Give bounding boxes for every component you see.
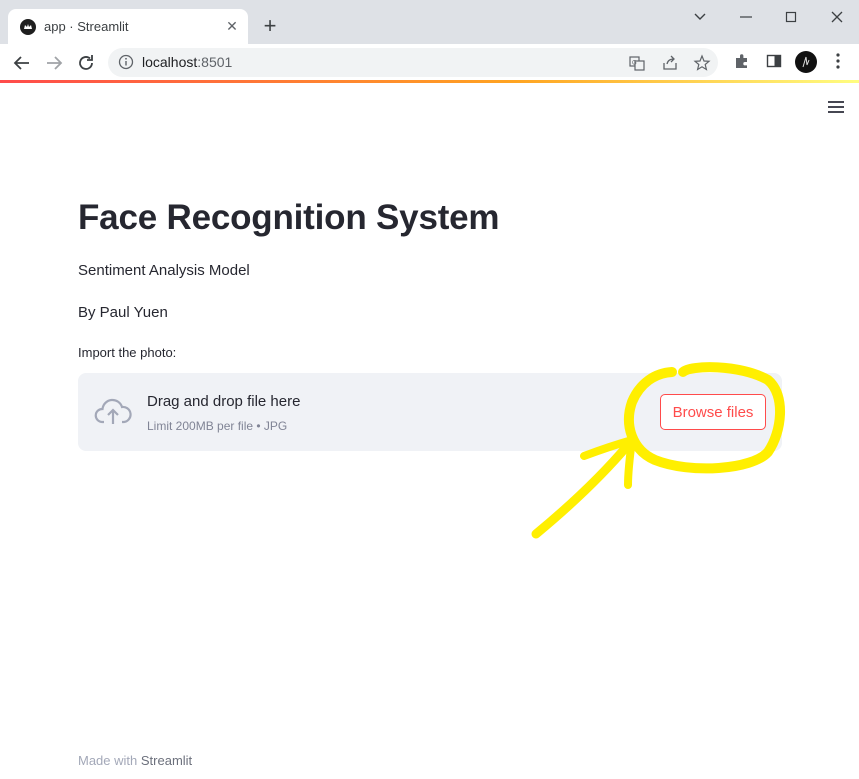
tab-close-icon[interactable]: ✕ (224, 18, 240, 34)
url-text: localhost:8501 (142, 54, 232, 70)
maximize-icon[interactable] (779, 8, 803, 26)
forward-arrow-icon[interactable] (43, 52, 65, 74)
streamlit-header-decoration (0, 80, 859, 83)
site-info-icon[interactable] (118, 54, 134, 70)
tab-title: app · Streamlit (44, 19, 129, 34)
extensions-puzzle-icon[interactable] (733, 52, 751, 70)
dropzone-instructions: Drag and drop file here (147, 393, 301, 410)
minimize-icon[interactable] (734, 8, 758, 26)
footer: Made with Streamlit (78, 753, 192, 768)
svg-text:G: G (632, 61, 637, 67)
uploader-label: Import the photo: (78, 345, 177, 360)
streamlit-favicon-icon (20, 19, 36, 35)
footer-prefix: Made with (78, 753, 141, 768)
dropzone-limit: Limit 200MB per file • JPG (147, 419, 288, 433)
browser-toolbar: localhost:8501 G (0, 44, 859, 80)
back-arrow-icon[interactable] (11, 52, 33, 74)
window-close-icon[interactable] (825, 8, 849, 26)
page-title: Face Recognition System (78, 198, 500, 237)
translate-icon[interactable]: G (628, 54, 646, 72)
cloud-upload-icon (94, 398, 132, 424)
footer-streamlit-link[interactable]: Streamlit (141, 753, 192, 768)
browser-tabstrip: app · Streamlit ✕ + (0, 0, 859, 44)
browse-files-button[interactable]: Browse files (660, 394, 766, 430)
browser-tab[interactable]: app · Streamlit ✕ (8, 9, 248, 44)
file-dropzone[interactable]: Drag and drop file here Limit 200MB per … (78, 373, 782, 451)
address-bar[interactable]: localhost:8501 G (108, 48, 718, 77)
annotation-arrow-shaft (531, 440, 633, 539)
browser-menu-icon[interactable] (832, 52, 844, 70)
profile-avatar[interactable] (795, 51, 817, 73)
url-port: :8501 (197, 54, 233, 70)
tab-search-chevron-icon[interactable] (688, 8, 712, 26)
new-tab-icon[interactable]: + (259, 15, 281, 38)
reload-icon[interactable] (75, 52, 97, 74)
side-panel-icon[interactable] (765, 52, 783, 70)
profile-avatar-image (802, 56, 810, 68)
share-icon[interactable] (661, 54, 679, 72)
bookmark-star-icon[interactable] (693, 54, 711, 72)
subtitle-text: Sentiment Analysis Model (78, 262, 250, 279)
hamburger-menu-icon[interactable] (826, 99, 846, 115)
url-host: localhost (142, 54, 198, 70)
byline-text: By Paul Yuen (78, 304, 168, 321)
